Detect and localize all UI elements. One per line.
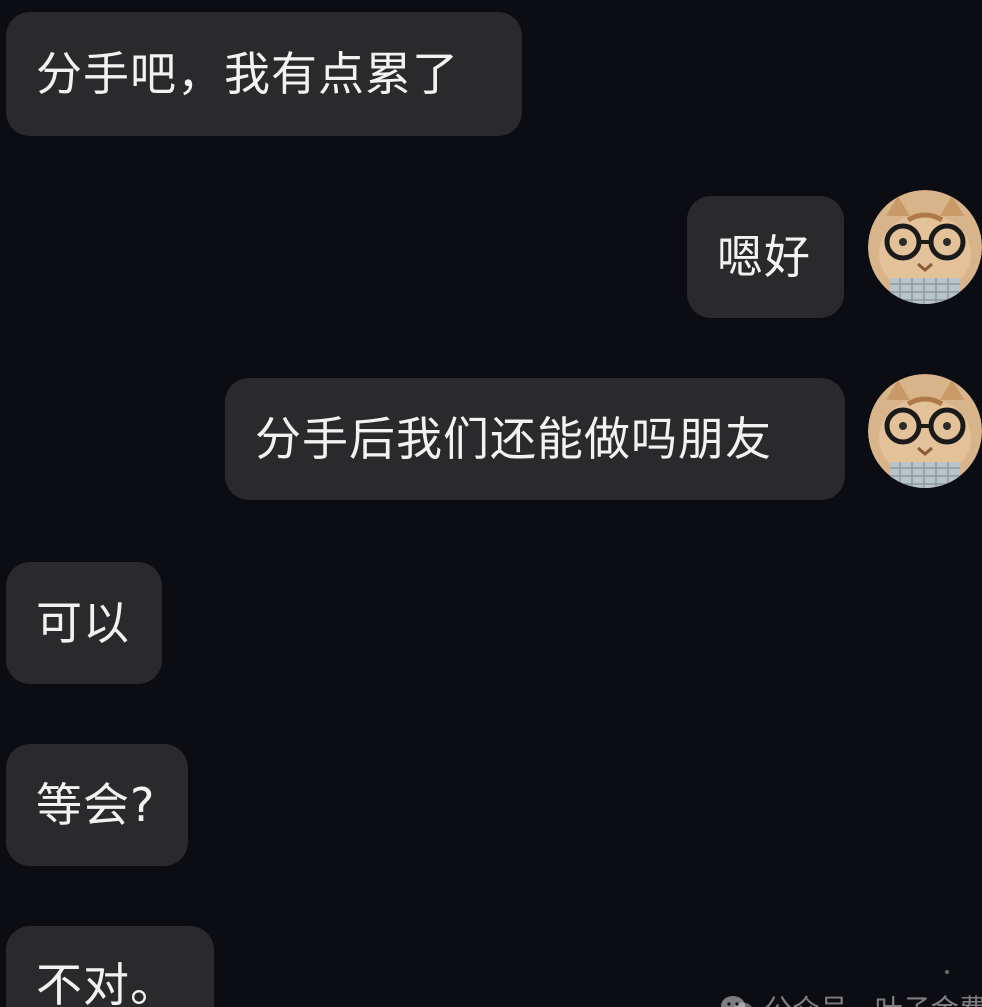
message-bubble-received[interactable]: 分手吧，我有点累了	[6, 12, 522, 136]
message-text: 分手后我们还能做吗朋友	[255, 412, 772, 466]
message-bubble-sent[interactable]: 分手后我们还能做吗朋友	[225, 378, 845, 500]
user-avatar[interactable]	[868, 190, 982, 304]
message-text: 等会?	[36, 778, 156, 832]
decorative-dot	[945, 970, 949, 974]
user-avatar[interactable]	[868, 374, 982, 488]
watermark-text: 公众号 · 叶子金费	[764, 988, 982, 1007]
wechat-icon	[721, 996, 752, 1007]
message-bubble-received[interactable]: 可以	[6, 562, 162, 684]
cat-with-glasses-avatar-icon	[868, 190, 982, 304]
message-bubble-sent[interactable]: 嗯好	[687, 196, 844, 318]
message-text: 不对。	[36, 958, 177, 1007]
message-text: 分手吧，我有点累了	[36, 47, 459, 101]
watermark: 公众号 · 叶子金费	[720, 988, 982, 1007]
chat-screen: 分手吧，我有点累了 嗯好 分手后我们还能做吗朋友 可以 等会? 不对。	[0, 0, 982, 1007]
message-bubble-received[interactable]: 不对。	[6, 926, 214, 1007]
message-text: 嗯好	[717, 230, 811, 284]
cat-with-glasses-avatar-icon	[868, 374, 982, 488]
message-text: 可以	[36, 596, 130, 650]
message-bubble-received[interactable]: 等会?	[6, 744, 188, 866]
